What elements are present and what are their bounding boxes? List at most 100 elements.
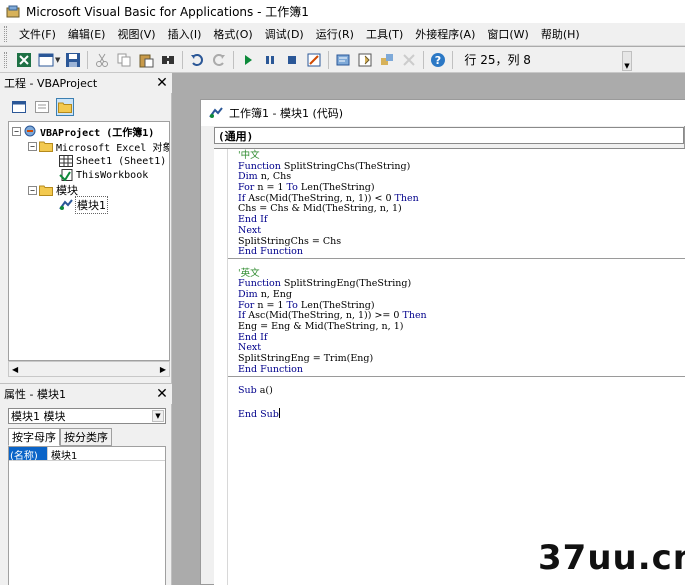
- code-text: SplitStringChs = Chs: [238, 235, 342, 247]
- project-explorer-title: 工程 - VBAProject: [4, 77, 98, 90]
- menu-format[interactable]: 格式(O): [207, 24, 258, 44]
- cursor-position: 行 25，列 8: [464, 53, 531, 67]
- margin-indicator-bar[interactable]: [214, 149, 228, 585]
- run-icon[interactable]: [239, 51, 257, 69]
- view-code-icon[interactable]: [10, 98, 28, 116]
- code-editor[interactable]: '中文 Function SplitStringChs(TheString) Dim…: [214, 148, 685, 585]
- menu-edit[interactable]: 编辑(E): [62, 24, 112, 44]
- undo-icon[interactable]: [188, 51, 206, 69]
- code-line[interactable]: [238, 397, 427, 408]
- tree-node-module1[interactable]: 模块1: [59, 196, 108, 214]
- code-keyword: End If: [238, 331, 268, 343]
- scroll-right-icon[interactable]: ▶: [160, 365, 166, 374]
- toolbar-options-icon[interactable]: ▼: [622, 51, 632, 71]
- procedure-separator: [228, 258, 685, 259]
- view-object-icon[interactable]: [33, 98, 51, 116]
- menu-insert[interactable]: 插入(I): [162, 24, 208, 44]
- tree-node-thisworkbook[interactable]: ThisWorkbook: [59, 168, 148, 182]
- paste-icon[interactable]: [137, 51, 155, 69]
- toolbar-grip[interactable]: [4, 51, 7, 68]
- tab-categorized[interactable]: 按分类序: [60, 428, 112, 446]
- object-browser-icon[interactable]: [378, 51, 396, 69]
- property-row[interactable]: (名称) 模块1: [9, 447, 165, 462]
- code-lines[interactable]: '中文 Function SplitStringChs(TheString) Dim…: [238, 150, 427, 420]
- help-icon[interactable]: ?: [429, 51, 447, 69]
- save-icon[interactable]: [64, 51, 82, 69]
- insert-userform-icon[interactable]: [37, 51, 55, 69]
- redo-icon[interactable]: [210, 51, 228, 69]
- code-line[interactable]: End Sub: [238, 407, 427, 420]
- object-dropdown[interactable]: (通用): [214, 127, 684, 144]
- find-icon[interactable]: [159, 51, 177, 69]
- code-text: SplitStringEng = Trim(Eng): [238, 353, 374, 365]
- code-line[interactable]: End Function: [238, 364, 427, 376]
- procedure-separator: [228, 375, 685, 377]
- menu-tools[interactable]: 工具(T): [360, 24, 409, 44]
- folder-open-icon: [39, 185, 53, 196]
- menu-view[interactable]: 视图(V): [111, 24, 161, 44]
- menu-debug[interactable]: 调试(D): [259, 24, 310, 44]
- project-explorer-header: 工程 - VBAProject ✕: [0, 73, 172, 93]
- project-tree[interactable]: − VBAProject (工作簿1) − Microsoft Excel 对象…: [8, 121, 170, 361]
- code-keyword: End Function: [238, 246, 303, 258]
- code-text: SplitStringEng(TheString): [280, 278, 412, 290]
- scroll-left-icon[interactable]: ◀: [12, 365, 18, 374]
- code-keyword: Next: [238, 224, 262, 236]
- menu-grip[interactable]: [4, 26, 7, 42]
- properties-header: 属性 - 模块1 ✕: [0, 384, 172, 404]
- collapse-icon[interactable]: −: [28, 141, 37, 151]
- tree-label-sheet1: Sheet1 (Sheet1): [76, 155, 167, 167]
- vbaproject-icon: [24, 125, 36, 137]
- menu-addins[interactable]: 外接程序(A): [409, 24, 481, 44]
- code-keyword: Dim: [238, 288, 258, 300]
- code-keyword: To: [286, 299, 298, 311]
- object-select[interactable]: 模块1 模块 ▼: [8, 408, 166, 424]
- insert-dropdown-icon[interactable]: ▼: [55, 56, 60, 64]
- workbook-icon: [59, 169, 73, 181]
- collapse-icon[interactable]: −: [12, 126, 21, 136]
- tree-label-excel-objects: Microsoft Excel 对象: [56, 142, 170, 154]
- collapse-icon[interactable]: −: [28, 185, 37, 195]
- project-explorer-icon[interactable]: [334, 51, 352, 69]
- code-window: 工作簿1 - 模块1 (代码) (通用) '中文 Function SplitSt…: [200, 99, 685, 585]
- worksheet-icon: [59, 155, 73, 167]
- reset-icon[interactable]: [283, 51, 301, 69]
- tree-node-sheet1[interactable]: Sheet1 (Sheet1): [59, 154, 166, 168]
- break-icon[interactable]: [261, 51, 279, 69]
- toolbox-icon[interactable]: [400, 51, 418, 69]
- properties-window-icon[interactable]: [356, 51, 374, 69]
- object-select-value: 模块1 模块: [11, 410, 66, 423]
- code-text: Len(TheString): [297, 299, 375, 311]
- code-line[interactable]: End If: [238, 331, 427, 344]
- code-line[interactable]: End If: [238, 214, 427, 226]
- toolbar-separator: [452, 50, 454, 69]
- toggle-folders-icon[interactable]: [56, 98, 74, 116]
- menu-help[interactable]: 帮助(H): [535, 24, 586, 44]
- tab-alphabetic[interactable]: 按字母序: [8, 428, 60, 446]
- copy-icon[interactable]: [115, 51, 133, 69]
- property-value[interactable]: 模块1: [47, 447, 77, 462]
- code-line[interactable]: Sub a(): [238, 385, 427, 397]
- code-keyword: End Sub: [238, 408, 279, 420]
- tree-node-modules[interactable]: − 模块: [28, 183, 78, 197]
- tree-node-vbaproject[interactable]: − VBAProject (工作簿1): [12, 124, 154, 139]
- tree-horizontal-scrollbar[interactable]: ◀ ▶: [8, 361, 170, 377]
- code-line[interactable]: [238, 258, 427, 269]
- menu-file[interactable]: 文件(F): [13, 24, 62, 44]
- menu-window[interactable]: 窗口(W): [481, 24, 534, 44]
- menu-run[interactable]: 运行(R): [310, 24, 360, 44]
- code-text: Chs = Chs & Mid(TheString, n, 1): [238, 203, 402, 215]
- chevron-down-icon[interactable]: ▼: [152, 410, 164, 422]
- code-text: n = 1: [254, 182, 287, 194]
- code-line[interactable]: End Function: [238, 246, 427, 258]
- vba-app-icon: [6, 5, 20, 17]
- design-mode-icon[interactable]: [305, 51, 323, 69]
- code-text: Asc(Mid(TheString, n, 1)) >= 0: [245, 310, 403, 322]
- view-excel-icon[interactable]: [15, 51, 33, 69]
- close-icon[interactable]: ✕: [154, 75, 170, 91]
- code-text: SplitStringChs(TheString): [280, 160, 411, 172]
- tree-node-excel-objects[interactable]: − Microsoft Excel 对象: [28, 139, 170, 154]
- code-keyword: Dim: [238, 171, 258, 183]
- close-icon[interactable]: ✕: [154, 386, 170, 402]
- cut-icon[interactable]: [93, 51, 111, 69]
